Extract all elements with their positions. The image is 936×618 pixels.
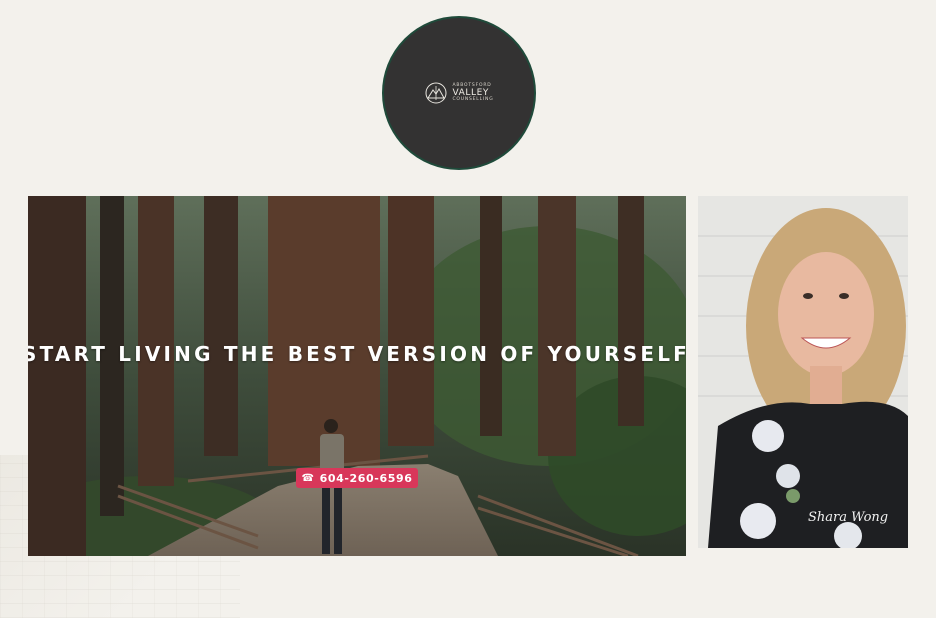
call-phone-button[interactable]: ☎ 604-260-6596 <box>296 468 418 488</box>
logo-line-3: COUNSELLING <box>452 96 494 102</box>
counsellor-portrait: Shara Wong <box>698 196 908 548</box>
hero-headline: START LIVING THE BEST VERSION OF YOURSEL… <box>28 342 686 366</box>
portrait-photo <box>698 196 908 548</box>
site-logo[interactable]: ABBOTSFORD VALLEY COUNSELLING <box>382 16 536 170</box>
logo-lockup: ABBOTSFORD VALLEY COUNSELLING <box>424 81 493 105</box>
forest-photo <box>28 196 686 556</box>
signature-text: Shara Wong <box>808 510 889 525</box>
hero-banner: START LIVING THE BEST VERSION OF YOURSEL… <box>28 196 686 556</box>
logo-wordmark: ABBOTSFORD VALLEY COUNSELLING <box>452 83 494 102</box>
phone-icon: ☎ <box>301 472 315 484</box>
mountain-leaf-logo-icon <box>425 82 447 104</box>
phone-number-label: 604-260-6596 <box>319 471 413 485</box>
